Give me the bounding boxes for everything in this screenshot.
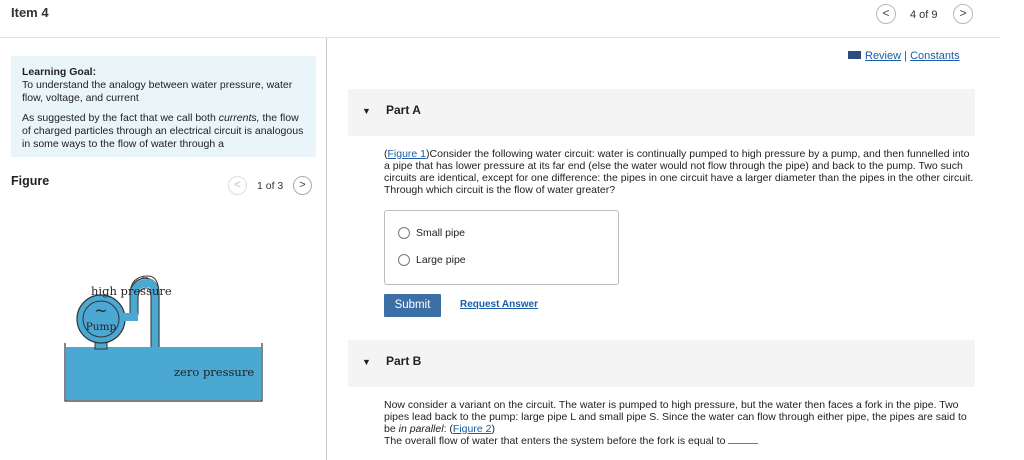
answer-choices: Small pipe Large pipe	[384, 210, 619, 285]
part-b-text-2: : (	[443, 423, 453, 435]
part-a-header[interactable]: ▼ Part A	[348, 89, 975, 136]
small-pipe-label[interactable]: Small pipe	[416, 227, 465, 239]
learning-goal-text: To understand the analogy between water …	[22, 79, 293, 104]
submit-button[interactable]: Submit	[384, 294, 441, 317]
choice-large-pipe[interactable]: Large pipe	[398, 254, 466, 268]
left-panel: Learning Goal: To understand the analogy…	[0, 38, 327, 460]
part-b-question: Now consider a variant on the circuit. T…	[384, 399, 974, 447]
part-a-question: (Figure 1)Consider the following water c…	[384, 148, 974, 196]
right-panel: Review | Constants ▼ Part A (Figure 1)Co…	[328, 38, 978, 460]
previous-item-button[interactable]: <	[876, 4, 896, 24]
item-title: Item 4	[11, 5, 49, 20]
small-pipe-radio[interactable]	[398, 227, 410, 240]
zero-pressure-label: zero pressure	[174, 365, 254, 379]
large-pipe-label[interactable]: Large pipe	[416, 254, 466, 266]
choice-small-pipe[interactable]: Small pipe	[398, 227, 465, 241]
learning-goal-title: Learning Goal:	[22, 66, 97, 78]
high-pressure-label: high pressure	[91, 284, 172, 298]
figure-1-link[interactable]: Figure 1	[388, 148, 427, 160]
part-b-emphasis: in parallel	[398, 423, 444, 435]
link-separator: |	[904, 50, 907, 62]
book-icon	[848, 51, 861, 59]
pump-connector	[122, 313, 138, 321]
review-link[interactable]: Review	[865, 50, 901, 62]
pump-label: Pump	[86, 321, 117, 333]
water-circuit-figure: ~ Pump high pressure zero pressure	[64, 275, 263, 402]
figure-label: Figure	[11, 174, 50, 188]
large-pipe-radio[interactable]	[398, 254, 410, 267]
figure-counter: 1 of 3	[257, 180, 284, 192]
intro-text-start: As suggested by the fact that we call bo…	[22, 112, 219, 124]
previous-figure-button[interactable]: <	[228, 176, 247, 195]
part-b-header[interactable]: ▼ Part B	[348, 340, 975, 387]
constants-link[interactable]: Constants	[910, 50, 960, 62]
part-a-question-text: )Consider the following water circuit: w…	[384, 148, 974, 196]
collapse-triangle-icon[interactable]: ▼	[362, 106, 371, 116]
next-figure-button[interactable]: >	[293, 176, 312, 195]
learning-goal-intro: As suggested by the fact that we call bo…	[22, 112, 306, 151]
item-counter: 4 of 9	[910, 9, 938, 21]
figure-2-link[interactable]: Figure 2	[453, 423, 492, 435]
part-b-text-3: )	[491, 423, 495, 435]
pump-symbol: ~	[94, 301, 107, 320]
learning-goal-box[interactable]: Learning Goal: To understand the analogy…	[11, 56, 316, 157]
part-a-title: Part A	[386, 103, 421, 117]
part-b-text-4: The overall flow of water that enters th…	[384, 435, 726, 447]
review-constants-links: Review | Constants	[848, 50, 960, 62]
top-bar: Item 4 < 4 of 9 >	[0, 0, 1000, 38]
request-answer-link[interactable]: Request Answer	[460, 299, 538, 310]
collapse-triangle-icon[interactable]: ▼	[362, 357, 371, 367]
answer-blank	[728, 443, 759, 444]
intro-emphasis: currents,	[218, 112, 260, 124]
next-item-button[interactable]: >	[953, 4, 973, 24]
part-b-title: Part B	[386, 354, 422, 368]
